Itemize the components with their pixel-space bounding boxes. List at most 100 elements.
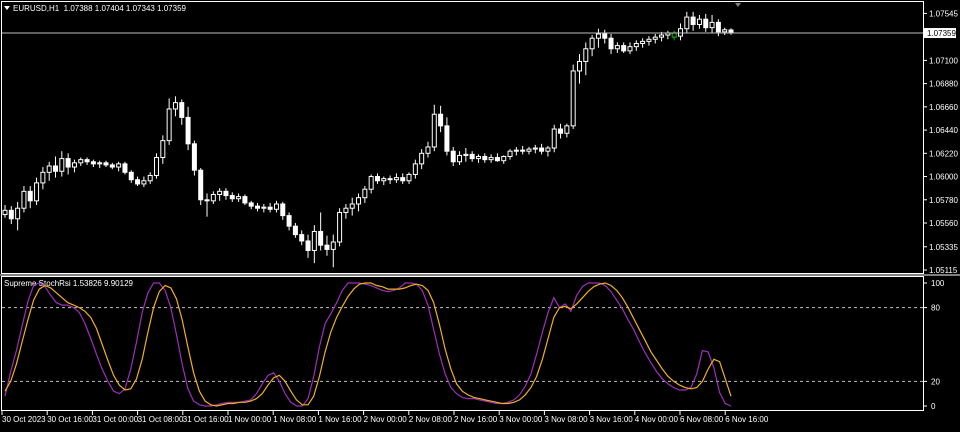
indicator-tick-label: 0 — [931, 402, 936, 411]
candle-body — [267, 206, 273, 210]
candle-body — [236, 196, 242, 200]
candle-body — [299, 234, 305, 242]
candle-body — [2, 209, 8, 216]
candle-body — [595, 33, 601, 39]
candle-body — [684, 16, 690, 30]
candle-body — [261, 206, 267, 209]
candle-body — [400, 177, 406, 182]
candle-body — [34, 182, 40, 202]
candle-body — [551, 128, 557, 149]
chart-shift-marker[interactable] — [735, 3, 741, 7]
candle-body — [488, 157, 494, 161]
candle-body — [545, 147, 551, 152]
indicator-tick-label: 100 — [931, 279, 945, 288]
time-tick-label: 3 Nov 00:00 — [499, 415, 543, 424]
candle-body — [198, 169, 204, 201]
time-tick-label: 30 Oct 16:00 — [47, 415, 93, 424]
current-price-label: 1.07359 — [927, 29, 956, 38]
candle-body — [292, 225, 298, 236]
candle-body — [659, 34, 665, 38]
time-tick-label: 6 Nov 08:00 — [680, 415, 724, 424]
candle-body — [204, 199, 210, 202]
candle-body — [520, 149, 526, 152]
candle-body — [501, 155, 507, 162]
candle-body — [431, 113, 437, 148]
candle-body — [78, 159, 84, 164]
candle-body — [671, 32, 677, 38]
candle-body — [15, 207, 21, 220]
candle-body — [21, 190, 27, 209]
price-tick-label: 1.05560 — [929, 219, 958, 228]
candle-body — [248, 202, 254, 207]
candle-body — [8, 209, 14, 220]
symbol-label: EURUSD,H1 1.07388 1.07404 1.07343 1.07359 — [13, 4, 187, 13]
candle-body — [457, 154, 463, 163]
time-tick-label: 2 Nov 00:00 — [364, 415, 408, 424]
candle-body — [46, 165, 52, 173]
candle-body — [141, 180, 147, 185]
candle-body — [305, 240, 311, 251]
candle-body — [715, 21, 721, 33]
candle-body — [311, 230, 317, 251]
candle-body — [135, 179, 141, 185]
candle-body — [160, 140, 166, 159]
candle-body — [425, 146, 431, 154]
time-tick-label: 31 Oct 00:00 — [92, 415, 138, 424]
candle-body — [381, 178, 387, 182]
candle-body — [147, 174, 153, 182]
candle-body — [475, 155, 481, 160]
candle-body — [602, 33, 608, 39]
stoch-d-line — [4, 282, 732, 407]
candle-body — [539, 147, 545, 152]
candle-body — [709, 21, 715, 29]
candle-body — [564, 125, 570, 134]
time-tick-label: 1 Nov 00:00 — [228, 415, 272, 424]
indicator-axis: 100 80 20 0 — [2, 279, 945, 411]
candle-body — [463, 153, 469, 156]
candle-body — [128, 171, 134, 181]
candle-body — [280, 203, 286, 217]
candle-body — [482, 155, 488, 161]
indicator-tick-label: 80 — [931, 304, 940, 313]
candle-body — [273, 203, 279, 210]
price-tick-label: 1.07545 — [929, 9, 958, 18]
candle-body — [722, 29, 728, 33]
candle-body — [179, 102, 185, 118]
price-tick-label: 1.05335 — [929, 243, 958, 252]
candle-body — [97, 162, 103, 165]
candle-body — [703, 18, 709, 29]
candle-body — [627, 46, 633, 52]
candle-body — [583, 48, 589, 62]
candle-body — [84, 159, 90, 163]
candle-body — [374, 176, 380, 182]
candle-body — [191, 143, 197, 171]
candle-body — [242, 196, 248, 204]
chart-window: EURUSD,H1 1.07388 1.07404 1.07343 1.07359… — [0, 0, 960, 427]
candle-body — [324, 244, 330, 250]
candle-body — [255, 205, 261, 209]
candle-body — [507, 150, 513, 157]
indicator-panel-frame — [1, 276, 924, 411]
price-tick-label: 1.06880 — [929, 80, 958, 89]
candle-body — [172, 102, 178, 110]
time-tick-label: 4 Nov 00:00 — [635, 415, 679, 424]
price-tick-label: 1.07100 — [929, 56, 958, 65]
candle-body — [608, 37, 614, 50]
candle-body — [438, 113, 444, 127]
candlestick-series — [2, 11, 734, 268]
candle-body — [589, 37, 595, 50]
price-tick-label: 1.06220 — [929, 149, 958, 158]
candle-body — [349, 203, 355, 209]
time-tick-label: 31 Oct 16:00 — [183, 415, 229, 424]
candle-body — [223, 190, 229, 197]
current-price-line: 1.07359 — [2, 28, 956, 39]
candle-body — [122, 163, 128, 173]
time-axis: 30 Oct 2023 30 Oct 16:00 31 Oct 00:00 31 Oc… — [1, 411, 769, 424]
candle-body — [387, 178, 393, 181]
candle-body — [154, 157, 160, 176]
candle-body — [558, 128, 564, 134]
candle-body — [614, 45, 620, 50]
candle-body — [286, 215, 292, 227]
symbol-dropdown-icon[interactable] — [4, 6, 10, 10]
price-tick-label: 1.05780 — [929, 196, 958, 205]
